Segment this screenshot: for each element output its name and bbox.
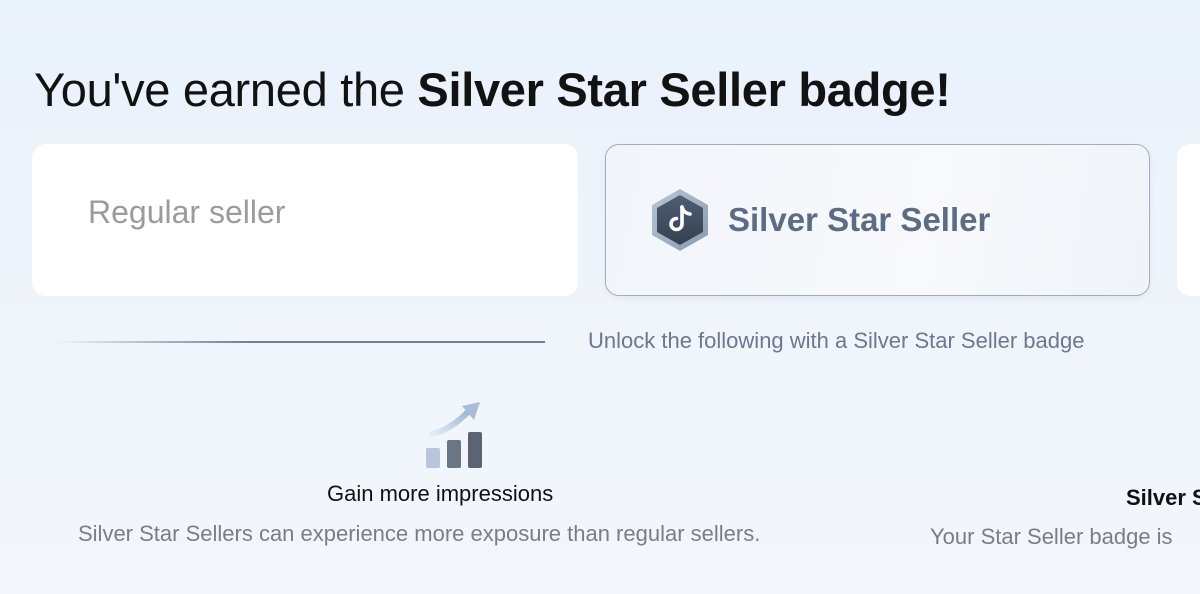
growth-chart-icon xyxy=(426,402,482,468)
tier-divider xyxy=(55,341,545,343)
next-tier-card-partial[interactable] xyxy=(1177,144,1200,296)
page-title: You've earned the Silver Star Seller bad… xyxy=(34,60,951,120)
title-badge-name: Silver Star Seller badge! xyxy=(417,63,951,116)
regular-seller-label: Regular seller xyxy=(88,194,286,230)
feature-title-impressions: Gain more impressions xyxy=(327,481,554,506)
regular-seller-card[interactable]: Regular seller xyxy=(32,144,578,296)
unlock-caption: Unlock the following with a Silver Star … xyxy=(588,328,1085,353)
tiktok-hexagon-badge-icon xyxy=(652,189,708,251)
title-prefix: You've earned the xyxy=(34,63,418,116)
feature-desc-impressions: Silver Star Sellers can experience more … xyxy=(78,521,761,546)
silver-star-seller-card[interactable]: Silver Star Seller xyxy=(605,144,1150,296)
feature-desc-partial: Your Star Seller badge is xyxy=(930,524,1173,549)
feature-title-partial: Silver S xyxy=(1126,485,1200,510)
silver-star-seller-label: Silver Star Seller xyxy=(728,201,991,238)
